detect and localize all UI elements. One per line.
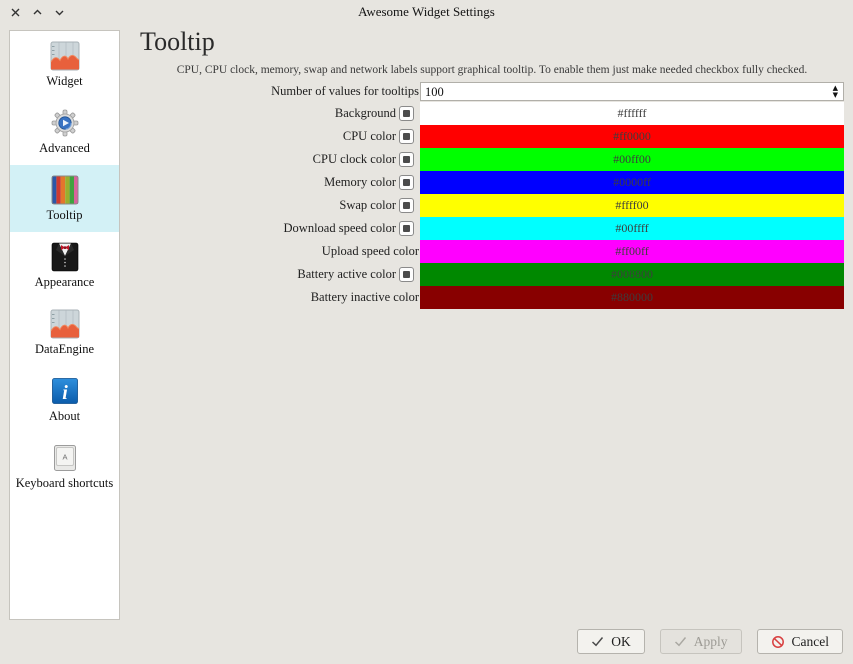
sidebar-item-label: Appearance — [35, 275, 95, 290]
color-row: Background #ffffff — [140, 102, 844, 125]
sidebar-item-dataengine[interactable]: DataEngine — [10, 299, 119, 366]
color-row-label: Swap color — [339, 198, 396, 213]
color-bar[interactable]: #ff00ff — [420, 240, 844, 263]
color-row-label: CPU clock color — [313, 152, 396, 167]
checkbox-mark-icon — [403, 202, 410, 209]
tooltip-values-row: Number of values for tooltips ▲▼ — [140, 82, 844, 101]
info-icon: i — [49, 375, 81, 407]
cancel-button-label: Cancel — [792, 634, 829, 650]
color-row-label: CPU color — [343, 129, 396, 144]
color-row-label: Battery inactive color — [311, 290, 419, 305]
tooltip-values-spinbox: ▲▼ — [420, 82, 844, 101]
sidebar-item-widget[interactable]: Widget — [10, 31, 119, 98]
spinner-arrows-icon[interactable]: ▲▼ — [833, 85, 838, 99]
color-rows: Background #ffffff CPU color #ff0000 CPU… — [140, 102, 844, 309]
color-row: Upload speed color #ff00ff — [140, 240, 844, 263]
partial-checkbox[interactable] — [399, 106, 414, 121]
sidebar-item-advanced[interactable]: Advanced — [10, 98, 119, 165]
color-row: CPU clock color #00ff00 — [140, 148, 844, 171]
sidebar-item-tooltip[interactable]: Tooltip — [10, 165, 119, 232]
sidebar-item-label: About — [49, 409, 80, 424]
svg-text:i: i — [62, 382, 68, 404]
window-title: Awesome Widget Settings — [0, 0, 853, 24]
color-bar[interactable]: #00ff00 — [420, 148, 844, 171]
keyboard-key-icon: A — [49, 442, 81, 474]
sidebar-item-label: DataEngine — [35, 342, 94, 357]
color-hex-label: #ffff00 — [615, 198, 648, 213]
color-bar[interactable]: #880000 — [420, 286, 844, 309]
gear-icon — [49, 107, 81, 139]
page-description: CPU, CPU clock, memory, swap and network… — [152, 64, 832, 78]
chart-icon — [49, 308, 81, 340]
color-hex-label: #ff00ff — [615, 244, 649, 259]
sidebar-item-label: Widget — [46, 74, 82, 89]
color-row: CPU color #ff0000 — [140, 125, 844, 148]
check-icon — [674, 636, 687, 647]
titlebar: Awesome Widget Settings — [0, 0, 853, 24]
tuxedo-icon — [49, 241, 81, 273]
cancel-button[interactable]: Cancel — [757, 629, 843, 654]
sidebar-item-about[interactable]: i About — [10, 366, 119, 433]
color-row-label: Upload speed color — [322, 244, 419, 259]
ok-button[interactable]: OK — [577, 629, 645, 654]
tooltip-settings-panel: Tooltip CPU, CPU clock, memory, swap and… — [140, 28, 844, 309]
color-bar[interactable]: #ffffff — [420, 102, 844, 125]
sidebar-item-appearance[interactable]: Appearance — [10, 232, 119, 299]
checkbox-mark-icon — [403, 225, 410, 232]
checkbox-mark-icon — [403, 271, 410, 278]
partial-checkbox[interactable] — [399, 267, 414, 282]
dialog-footer: OK Apply Cancel — [577, 629, 843, 654]
color-row: Memory color #0000ff — [140, 171, 844, 194]
checkbox-mark-icon — [403, 133, 410, 140]
apply-button-label: Apply — [694, 634, 728, 650]
partial-checkbox[interactable] — [399, 129, 414, 144]
svg-text:A: A — [62, 453, 67, 462]
partial-checkbox[interactable] — [399, 198, 414, 213]
color-hex-label: #008800 — [611, 267, 653, 282]
color-row-label: Battery active color — [297, 267, 396, 282]
color-row: Download speed color #00ffff — [140, 217, 844, 240]
page-title: Tooltip — [140, 28, 844, 57]
color-hex-label: #00ffff — [615, 221, 648, 236]
tooltip-values-input[interactable] — [421, 84, 827, 101]
color-row: Battery inactive color #880000 — [140, 286, 844, 309]
color-row: Battery active color #008800 — [140, 263, 844, 286]
tooltip-values-label: Number of values for tooltips — [271, 84, 419, 99]
sidebar: Widget Advanced — [9, 30, 120, 620]
color-row: Swap color #ffff00 — [140, 194, 844, 217]
color-bar[interactable]: #008800 — [420, 263, 844, 286]
sidebar-item-label: Keyboard shortcuts — [16, 476, 114, 491]
check-icon — [591, 636, 604, 647]
stripes-icon — [49, 174, 81, 206]
color-hex-label: #ffffff — [618, 106, 647, 121]
ok-button-label: OK — [611, 634, 631, 650]
partial-checkbox[interactable] — [399, 175, 414, 190]
checkbox-mark-icon — [403, 156, 410, 163]
sidebar-item-label: Advanced — [39, 141, 90, 156]
color-hex-label: #00ff00 — [613, 152, 651, 167]
color-bar[interactable]: #ff0000 — [420, 125, 844, 148]
checkbox-mark-icon — [403, 179, 410, 186]
prohibition-icon — [771, 635, 785, 649]
color-row-label: Memory color — [324, 175, 396, 190]
sidebar-item-label: Tooltip — [47, 208, 83, 223]
chart-icon — [49, 40, 81, 72]
color-bar[interactable]: #0000ff — [420, 171, 844, 194]
partial-checkbox[interactable] — [399, 221, 414, 236]
color-bar[interactable]: #00ffff — [420, 217, 844, 240]
color-bar[interactable]: #ffff00 — [420, 194, 844, 217]
color-hex-label: #ff0000 — [613, 129, 651, 144]
color-row-label: Background — [335, 106, 396, 121]
sidebar-item-keyboard-shortcuts[interactable]: A Keyboard shortcuts — [10, 433, 119, 500]
color-hex-label: #880000 — [611, 290, 653, 305]
checkbox-mark-icon — [403, 110, 410, 117]
partial-checkbox[interactable] — [399, 152, 414, 167]
color-row-label: Download speed color — [284, 221, 396, 236]
apply-button[interactable]: Apply — [660, 629, 742, 654]
color-hex-label: #0000ff — [613, 175, 651, 190]
